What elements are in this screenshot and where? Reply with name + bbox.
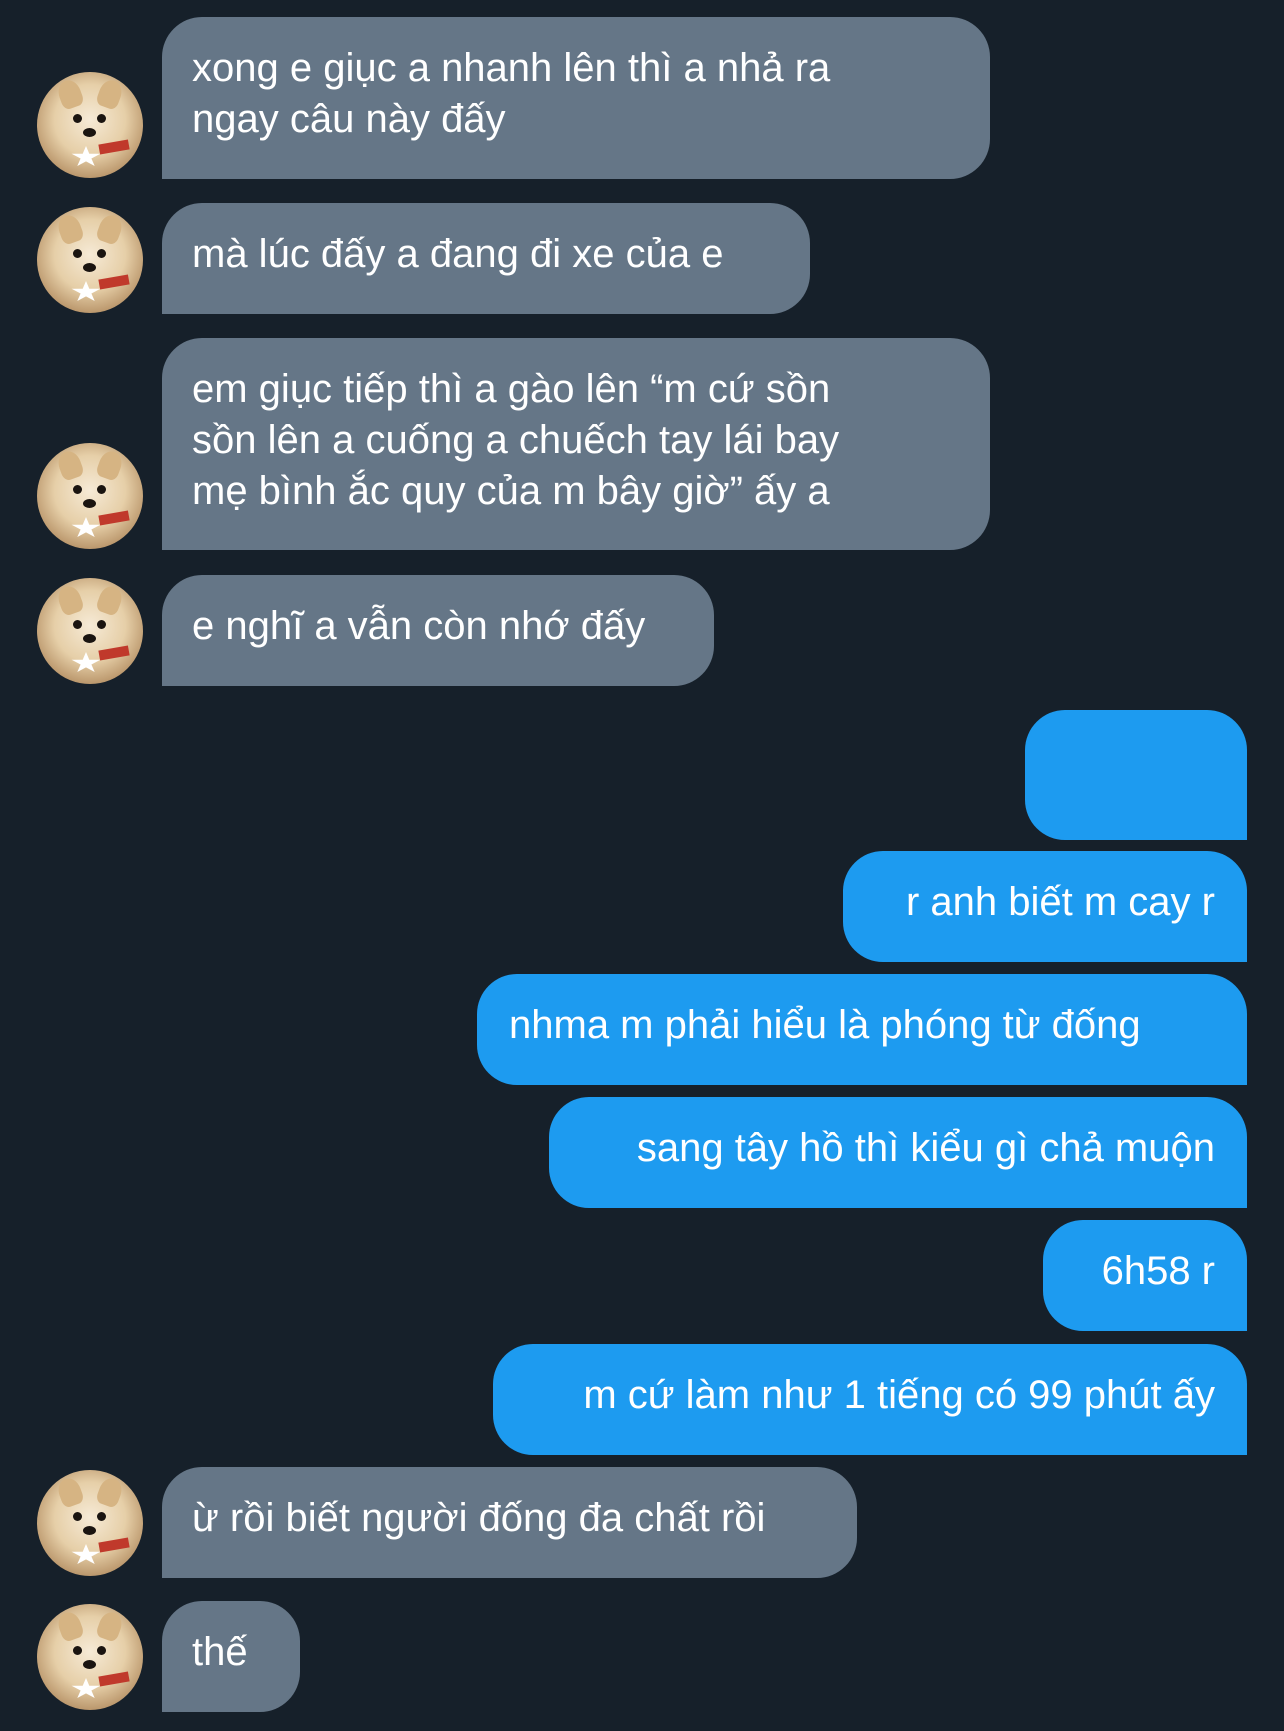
incoming-message-bubble[interactable]: e nghĩ a vẫn còn nhớ đấy — [162, 575, 714, 686]
incoming-message-bubble[interactable]: em giục tiếp thì a gào lên “m cứ sồn sồn… — [162, 338, 990, 550]
incoming-message-bubble[interactable]: mà lúc đấy a đang đi xe của e — [162, 203, 810, 314]
incoming-message-bubble[interactable]: ừ rồi biết người đống đa chất rồi — [162, 1467, 857, 1578]
outgoing-message-bubble[interactable]: r anh biết m cay r — [843, 851, 1247, 962]
avatar[interactable] — [37, 207, 143, 313]
avatar[interactable] — [37, 1604, 143, 1710]
incoming-message-bubble[interactable]: thế — [162, 1601, 300, 1712]
outgoing-message-bubble[interactable]: 6h58 r — [1043, 1220, 1247, 1331]
incoming-message-bubble[interactable]: xong e giục a nhanh lên thì a nhả ra nga… — [162, 17, 990, 179]
avatar[interactable] — [37, 1470, 143, 1576]
avatar[interactable] — [37, 72, 143, 178]
outgoing-emoji-bubble[interactable] — [1025, 710, 1247, 896]
outgoing-message-bubble[interactable]: nhma m phải hiểu là phóng từ đống — [477, 974, 1247, 1085]
outgoing-message-bubble[interactable]: m cứ làm như 1 tiếng có 99 phút ấy — [493, 1344, 1247, 1455]
outgoing-message-bubble[interactable]: sang tây hồ thì kiểu gì chả muộn — [549, 1097, 1247, 1208]
avatar[interactable] — [37, 578, 143, 684]
avatar[interactable] — [37, 443, 143, 549]
